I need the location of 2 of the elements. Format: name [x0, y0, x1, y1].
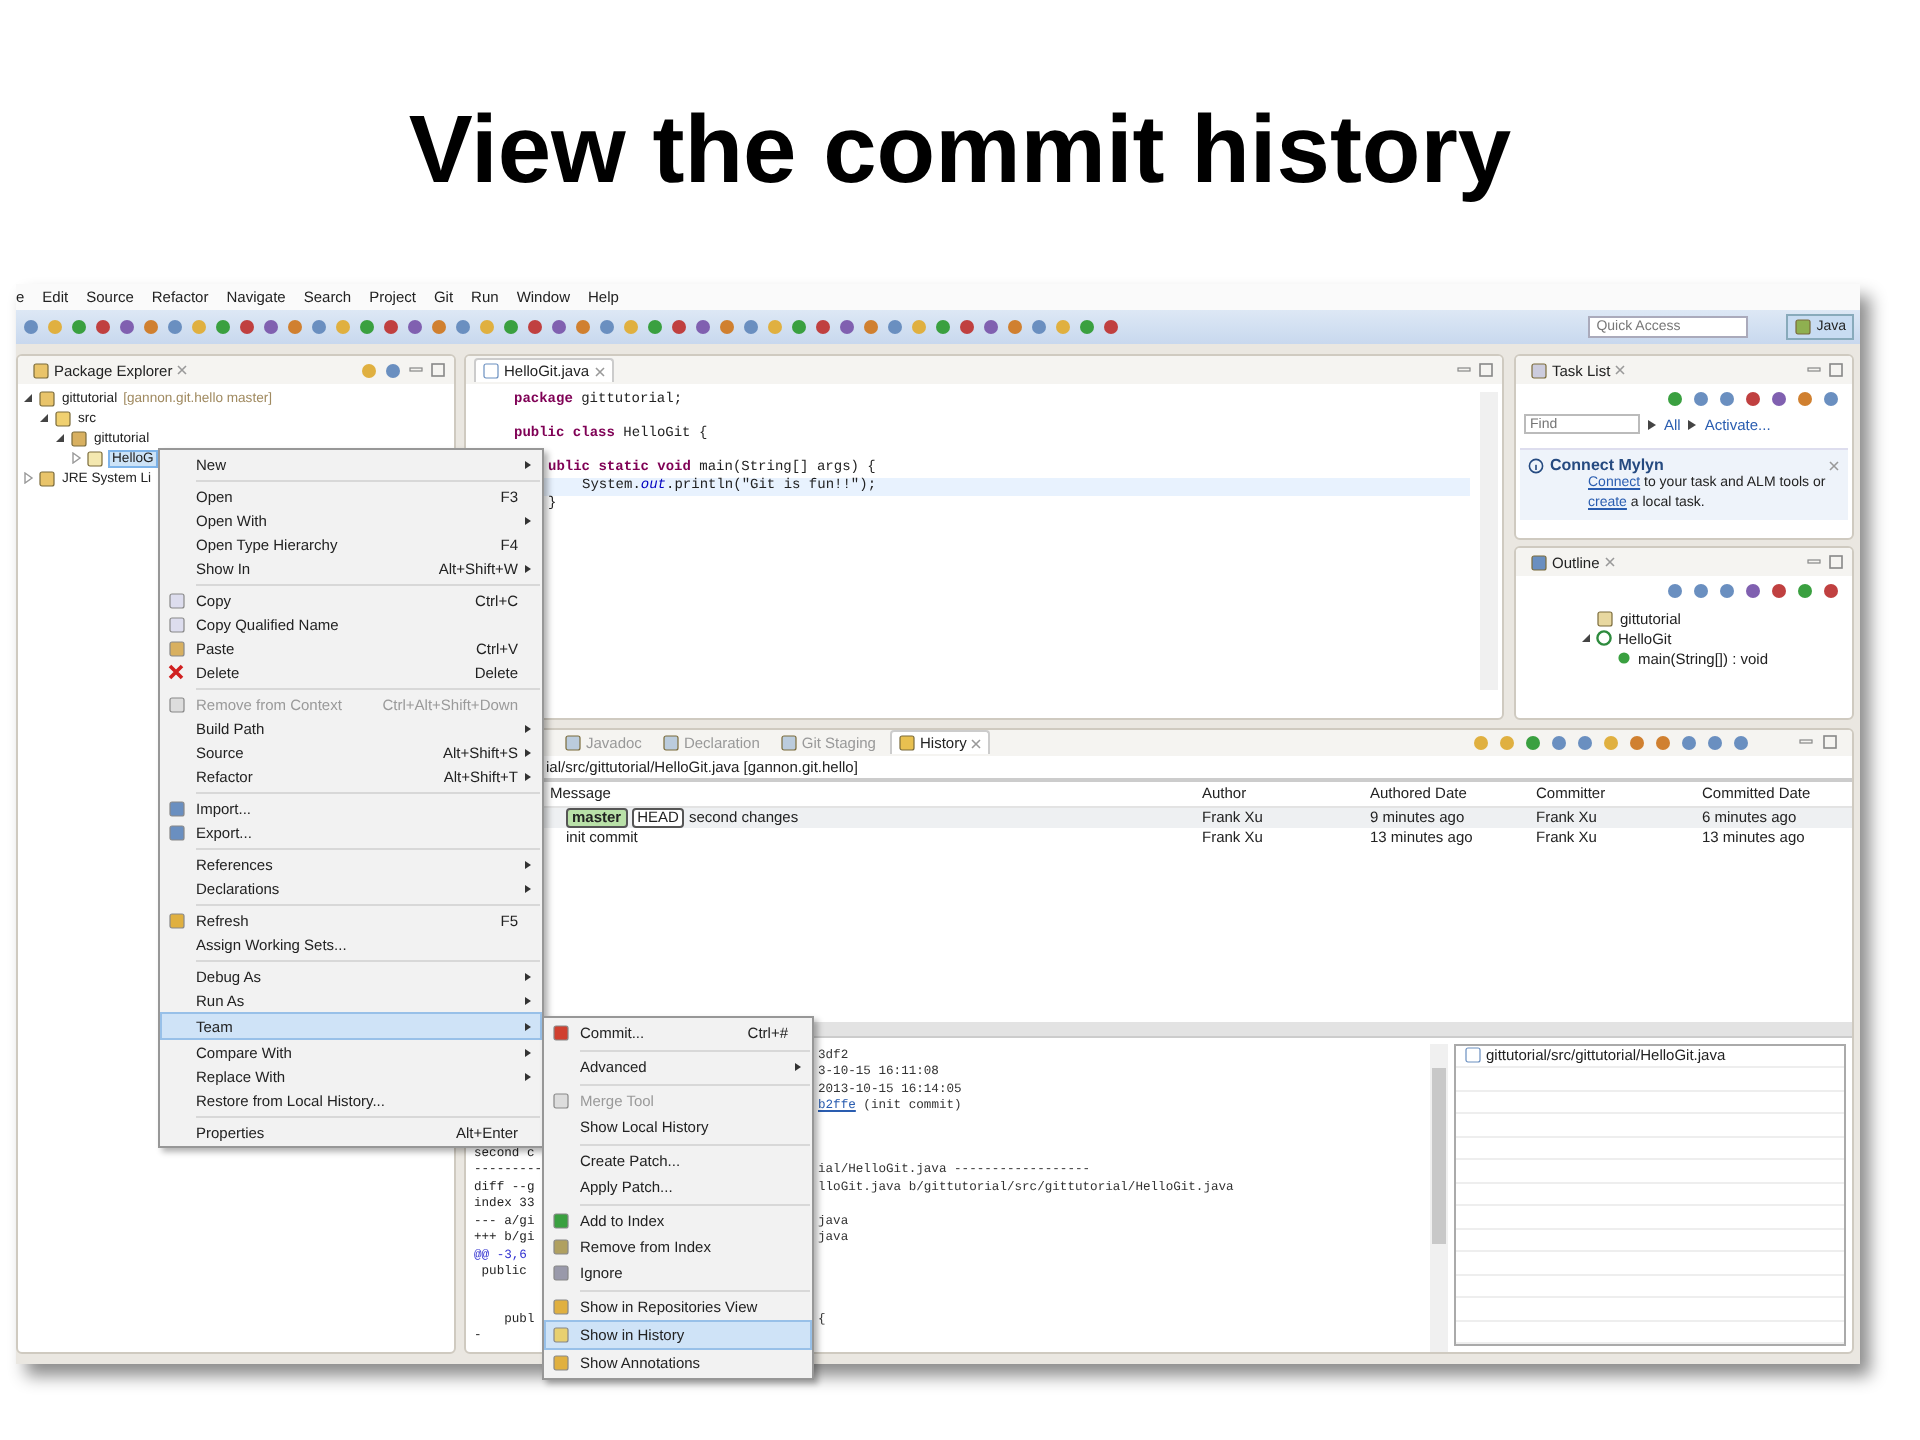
banner-title: Connect Mylyn — [1550, 456, 1664, 474]
slide-title: View the commit history — [406, 95, 1514, 207]
